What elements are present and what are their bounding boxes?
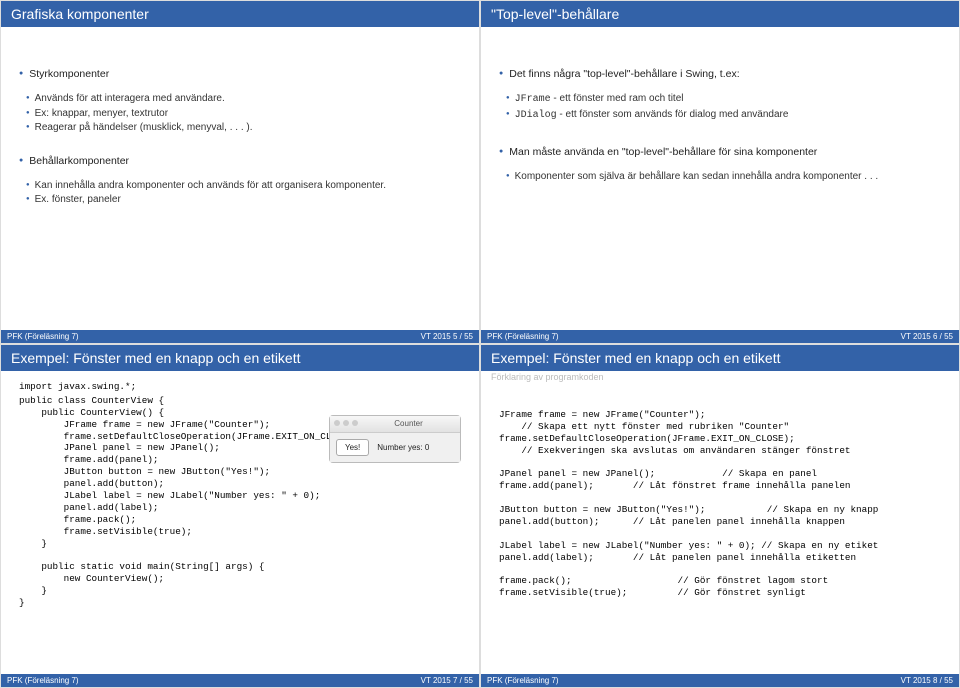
bullet-item: Reagerar på händelser (musklick, menyval… bbox=[37, 121, 461, 136]
slide-footer: PFK (Föreläsning 7) VT 2015 5 / 55 bbox=[1, 330, 479, 343]
code-block: JFrame frame = new JFrame("Counter"); //… bbox=[499, 409, 941, 599]
slide-footer: PFK (Föreläsning 7) VT 2015 6 / 55 bbox=[481, 330, 959, 343]
slide-body: Det finns några "top-level"-behållare i … bbox=[481, 27, 959, 330]
slide-3: Exempel: Fönster med en knapp och en eti… bbox=[0, 344, 480, 688]
bullet-item: Används för att interagera med användare… bbox=[37, 92, 461, 107]
bullet-item: Ex. fönster, paneler bbox=[37, 193, 461, 208]
bullet-item: Ex: knappar, menyer, textrutor bbox=[37, 107, 461, 122]
bullet-item: Det finns några "top-level"-behållare i … bbox=[511, 67, 941, 82]
yes-button[interactable]: Yes! bbox=[336, 439, 369, 457]
bullet-level1: Styrkomponenter bbox=[19, 67, 461, 82]
bullet-level2: Kan innehålla andra komponenter och anvä… bbox=[19, 179, 461, 208]
bullet-level1: Det finns några "top-level"-behållare i … bbox=[499, 67, 941, 82]
bullet-item: Komponenter som själva är behållare kan … bbox=[517, 170, 941, 185]
footer-center bbox=[79, 676, 421, 685]
footer-right: VT 2015 8 / 55 bbox=[901, 676, 953, 685]
slide-4: Exempel: Fönster med en knapp och en eti… bbox=[480, 344, 960, 688]
bullet-item: Man måste använda en "top-level"-behålla… bbox=[511, 145, 941, 160]
slide-body: Styrkomponenter Används för att interage… bbox=[1, 27, 479, 330]
footer-center bbox=[559, 332, 901, 341]
slide-title: Exempel: Fönster med en knapp och en eti… bbox=[1, 345, 479, 371]
bullet-item: Behållarkomponenter bbox=[31, 154, 461, 169]
bullet-level2: JFrame JFrame - ett fönster med ram och … bbox=[499, 92, 941, 123]
footer-left: PFK (Föreläsning 7) bbox=[487, 332, 559, 341]
mock-window-title: Counter bbox=[361, 418, 456, 430]
bullet-item: JDialog - ett fönster som används för di… bbox=[517, 108, 941, 124]
code-token: JDialog bbox=[515, 110, 557, 121]
footer-left: PFK (Föreläsning 7) bbox=[487, 676, 559, 685]
slide-body: import javax.swing.*; Counter Yes! Numbe… bbox=[1, 371, 479, 674]
slide-body: JFrame frame = new JFrame("Counter"); //… bbox=[481, 385, 959, 674]
bullet-item: Styrkomponenter bbox=[31, 67, 461, 82]
footer-center bbox=[79, 332, 421, 341]
footer-right: VT 2015 6 / 55 bbox=[901, 332, 953, 341]
slide-title: "Top-level"-behållare bbox=[481, 1, 959, 27]
slide-2: "Top-level"-behållare Det finns några "t… bbox=[480, 0, 960, 344]
bullet-level2: Komponenter som själva är behållare kan … bbox=[499, 170, 941, 185]
mock-window-body: Yes! Number yes: 0 bbox=[330, 433, 460, 463]
slide-footer: PFK (Föreläsning 7) VT 2015 7 / 55 bbox=[1, 674, 479, 687]
footer-left: PFK (Föreläsning 7) bbox=[7, 332, 79, 341]
mock-window: Counter Yes! Number yes: 0 bbox=[329, 415, 461, 463]
code-token: JFrame bbox=[515, 94, 551, 105]
footer-right: VT 2015 5 / 55 bbox=[421, 332, 473, 341]
mock-titlebar: Counter bbox=[330, 416, 460, 433]
slide-title: Exempel: Fönster med en knapp och en eti… bbox=[481, 345, 959, 371]
code-import: import javax.swing.*; bbox=[19, 381, 461, 393]
footer-right: VT 2015 7 / 55 bbox=[421, 676, 473, 685]
counter-label: Number yes: 0 bbox=[377, 442, 429, 454]
bullet-item: JFrame JFrame - ett fönster med ram och … bbox=[517, 92, 941, 108]
bullet-item: Kan innehålla andra komponenter och anvä… bbox=[37, 179, 461, 194]
slide-title: Grafiska komponenter bbox=[1, 1, 479, 27]
bullet-level2: Används för att interagera med användare… bbox=[19, 92, 461, 136]
window-controls-icon bbox=[334, 418, 361, 430]
slide-footer: PFK (Föreläsning 7) VT 2015 8 / 55 bbox=[481, 674, 959, 687]
slide-subtitle: Förklaring av programkoden bbox=[481, 371, 959, 385]
bullet-level1: Behållarkomponenter bbox=[19, 154, 461, 169]
slide-1: Grafiska komponenter Styrkomponenter Anv… bbox=[0, 0, 480, 344]
bullet-level1: Man måste använda en "top-level"-behålla… bbox=[499, 145, 941, 160]
footer-center bbox=[559, 676, 901, 685]
footer-left: PFK (Föreläsning 7) bbox=[7, 676, 79, 685]
